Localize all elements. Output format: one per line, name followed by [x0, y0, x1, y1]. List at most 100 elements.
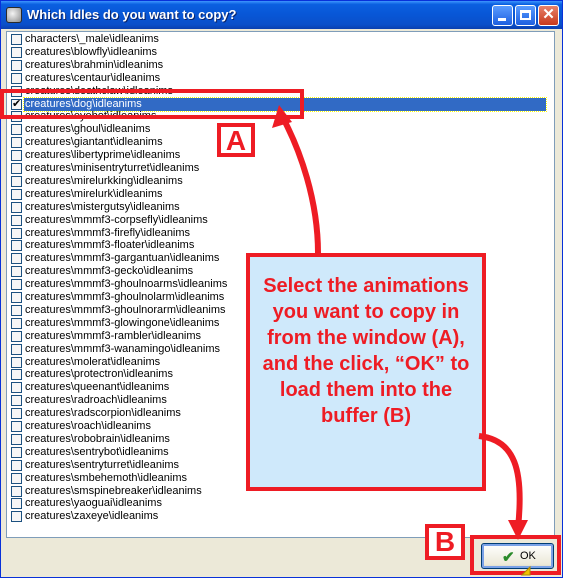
item-checkbox[interactable] [11, 421, 22, 432]
highlight-box-b [470, 535, 561, 575]
list-item[interactable]: characters\_male\idleanims [7, 33, 552, 46]
close-icon: ✕ [542, 6, 555, 23]
item-label: creatures\blowfly\idleanims [25, 45, 158, 58]
tag-b: B [425, 524, 465, 560]
item-checkbox[interactable] [11, 34, 22, 45]
list-item[interactable]: creatures\giantant\idleanims [7, 136, 552, 149]
list-item[interactable]: creatures\ghoul\idleanims [7, 123, 552, 136]
list-item[interactable]: creatures\libertyprime\idleanims [7, 149, 552, 162]
item-checkbox[interactable] [11, 343, 22, 355]
item-label: creatures\brahmin\idleanims [25, 58, 164, 71]
item-label: creatures\zaxeye\idleanims [25, 510, 159, 523]
list-item[interactable]: creatures\blowfly\idleanims [7, 46, 552, 59]
item-label: creatures\protectron\idleanims [25, 368, 173, 381]
maximize-button[interactable] [515, 5, 536, 26]
item-checkbox[interactable] [11, 188, 22, 200]
minimize-button[interactable] [492, 5, 513, 26]
list-item[interactable]: creatures\mmmf3-corpsefly\idleanims [7, 214, 552, 227]
item-label: creatures\giantant\idleanims [25, 136, 163, 149]
list-item[interactable]: creatures\mistergutsy\idleanims [7, 201, 552, 214]
item-checkbox[interactable] [11, 214, 22, 226]
item-label: creatures\mmmf3-corpsefly\idleanims [25, 213, 208, 226]
item-checkbox[interactable] [11, 59, 22, 71]
list-item[interactable]: creatures\mirelurk\idleanims [7, 188, 552, 201]
item-label: creatures\queenant\idleanims [25, 381, 170, 394]
item-checkbox[interactable] [11, 446, 22, 458]
item-checkbox[interactable] [11, 137, 22, 149]
item-checkbox[interactable] [11, 46, 22, 58]
item-label: creatures\roach\idleanims [25, 420, 151, 432]
item-label: creatures\mmmf3-ghoulnoarms\idleanims [25, 278, 228, 291]
item-label: creatures\mmmf3-rambler\idleanims [25, 329, 202, 342]
item-label: creatures\centaur\idleanims [25, 71, 161, 84]
item-checkbox[interactable] [11, 163, 22, 174]
item-label: creatures\smspinebreaker\idleanims [25, 484, 202, 497]
list-item[interactable]: creatures\mmmf3-floater\idleanims [7, 239, 552, 252]
item-label: creatures\mmmf3-firefly\idleanims [25, 226, 191, 239]
list-item[interactable]: creatures\minisentryturret\idleanims [7, 162, 552, 175]
item-label: creatures\mmmf3-wanamingo\idleanims [25, 342, 221, 355]
item-checkbox[interactable] [11, 317, 22, 329]
instruction-callout: Select the animations you want to copy i… [246, 253, 486, 491]
item-label: creatures\mmmf3-gargantuan\idleanims [25, 252, 220, 265]
item-checkbox[interactable] [11, 459, 22, 471]
item-checkbox[interactable] [11, 356, 22, 368]
item-label: creatures\mmmf3-floater\idleanims [25, 239, 195, 252]
item-label: creatures\mmmf3-glowingone\idleanims [25, 316, 220, 329]
item-checkbox[interactable] [11, 240, 22, 252]
highlight-box-a [0, 89, 304, 119]
item-checkbox[interactable] [11, 408, 22, 420]
item-label: creatures\mmmf3-ghoulnorarm\idleanims [25, 303, 226, 316]
item-checkbox[interactable] [11, 472, 22, 484]
item-label: creatures\mmmf3-ghoulnolarm\idleanims [25, 291, 225, 303]
item-label: characters\_male\idleanims [25, 33, 159, 45]
item-label: creatures\ghoul\idleanims [25, 123, 151, 136]
item-checkbox[interactable] [11, 485, 22, 497]
item-label: creatures\mirelurk\idleanims [25, 187, 163, 200]
app-icon[interactable] [6, 7, 22, 23]
title-bar[interactable]: Which Idles do you want to copy? ✕ [1, 1, 562, 29]
window-title: Which Idles do you want to copy? [27, 7, 237, 22]
item-checkbox[interactable] [11, 150, 22, 162]
item-checkbox[interactable] [11, 124, 22, 136]
item-label: creatures\libertyprime\idleanims [25, 149, 181, 162]
maximize-icon [520, 10, 531, 20]
item-label: creatures\mmmf3-gecko\idleanims [25, 265, 194, 278]
item-label: creatures\mirelurkking\idleanims [25, 174, 183, 187]
item-label: creatures\sentrybot\idleanims [25, 445, 169, 458]
item-checkbox[interactable] [11, 227, 22, 239]
list-item[interactable]: creatures\brahmin\idleanims [7, 59, 552, 72]
item-checkbox[interactable] [11, 175, 22, 187]
item-label: creatures\smbehemoth\idleanims [25, 471, 188, 484]
item-label: creatures\sentryturret\idleanims [25, 458, 180, 471]
list-item[interactable]: creatures\mirelurkking\idleanims [7, 175, 552, 188]
item-label: creatures\robobrain\idleanims [25, 432, 170, 445]
item-checkbox[interactable] [11, 498, 22, 510]
item-checkbox[interactable] [11, 395, 22, 407]
item-label: creatures\yaoguai\idleanims [25, 497, 162, 510]
item-label: creatures\radscorpion\idleanims [25, 407, 181, 420]
list-item[interactable]: creatures\mmmf3-firefly\idleanims [7, 227, 552, 240]
list-item[interactable]: creatures\yaoguai\idleanims [7, 497, 552, 510]
item-checkbox[interactable] [11, 330, 22, 342]
item-checkbox[interactable] [11, 279, 22, 291]
item-label: creatures\radroach\idleanims [25, 394, 167, 407]
item-label: creatures\molerat\idleanims [25, 355, 161, 368]
item-checkbox[interactable] [11, 201, 22, 213]
item-checkbox[interactable] [11, 266, 22, 278]
list-item[interactable]: creatures\centaur\idleanims [7, 72, 552, 85]
item-checkbox[interactable] [11, 292, 22, 303]
item-checkbox[interactable] [11, 433, 22, 445]
tag-a: A [217, 123, 255, 157]
item-checkbox[interactable] [11, 304, 22, 316]
item-label: creatures\mistergutsy\idleanims [25, 200, 180, 213]
item-checkbox[interactable] [11, 72, 22, 84]
resize-grip-icon[interactable] [520, 565, 532, 577]
item-checkbox[interactable] [11, 369, 22, 381]
list-item[interactable]: creatures\zaxeye\idleanims [7, 510, 552, 523]
callout-text: Select the animations you want to copy i… [262, 275, 470, 427]
item-checkbox[interactable] [11, 253, 22, 265]
close-button[interactable]: ✕ [538, 5, 559, 26]
item-checkbox[interactable] [11, 382, 22, 394]
item-checkbox[interactable] [11, 511, 22, 523]
